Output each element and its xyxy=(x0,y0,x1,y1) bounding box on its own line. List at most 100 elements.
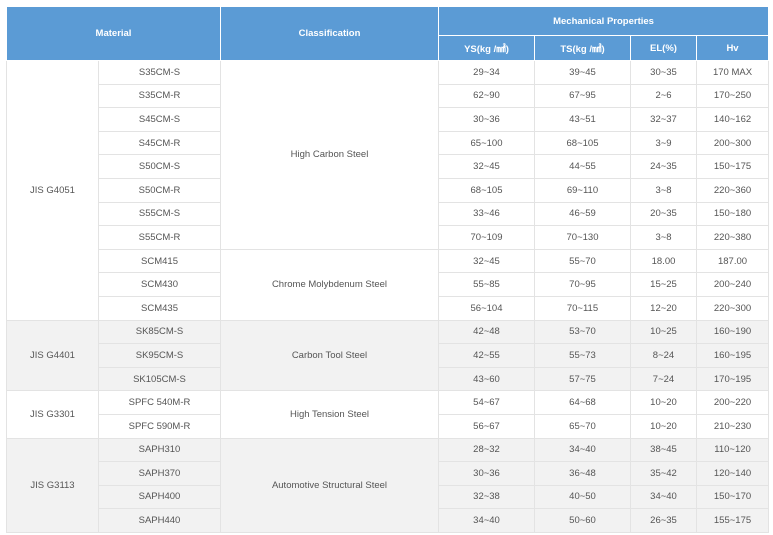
hv-cell: 187.00 xyxy=(695,248,770,274)
hv-cell: 150~175 xyxy=(695,154,770,179)
hv-cell: 150~170 xyxy=(695,484,770,510)
ys-cell: 68~105 xyxy=(438,177,535,203)
el-cell: 7~24 xyxy=(630,366,697,392)
ts-cell: 64~68 xyxy=(534,390,631,415)
header-ys: YS(kg /㎟) xyxy=(438,35,535,61)
ys-cell: 43~60 xyxy=(438,366,535,392)
ys-cell: 32~38 xyxy=(438,484,535,510)
grade-cell: S45CM-S xyxy=(98,107,221,132)
standard-cell: JIS G3301 xyxy=(6,390,99,439)
grade-cell: SAPH400 xyxy=(98,484,221,510)
standard-cell: JIS G3113 xyxy=(6,437,99,533)
ys-cell: 34~40 xyxy=(438,508,535,533)
ts-cell: 34~40 xyxy=(534,437,631,463)
ts-cell: 55~73 xyxy=(534,343,631,368)
ts-cell: 69~110 xyxy=(534,177,631,203)
hv-cell: 220~380 xyxy=(695,225,770,250)
grade-cell: S45CM-R xyxy=(98,130,221,156)
el-cell: 32~37 xyxy=(630,107,697,132)
ts-cell: 68~105 xyxy=(534,130,631,156)
classification-cell: Chrome Molybdenum Steel xyxy=(220,248,439,321)
grade-cell: SCM430 xyxy=(98,272,221,297)
el-cell: 10~20 xyxy=(630,413,697,439)
ts-cell: 55~70 xyxy=(534,248,631,274)
ts-cell: 57~75 xyxy=(534,366,631,392)
classification-cell: Automotive Structural Steel xyxy=(220,437,439,533)
grade-cell: S55CM-S xyxy=(98,201,221,227)
standard-cell: JIS G4401 xyxy=(6,319,99,392)
ts-cell: 70~95 xyxy=(534,272,631,297)
el-cell: 35~42 xyxy=(630,461,697,486)
header-mechanical-properties: Mechanical Properties xyxy=(437,6,770,36)
hv-cell: 110~120 xyxy=(695,437,770,463)
grade-cell: SK95CM-S xyxy=(98,343,221,368)
ys-cell: 62~90 xyxy=(438,83,535,109)
hv-cell: 150~180 xyxy=(695,201,770,227)
ts-cell: 36~48 xyxy=(534,461,631,486)
el-cell: 3~8 xyxy=(630,177,697,203)
ys-cell: 30~36 xyxy=(438,107,535,132)
ys-cell: 56~104 xyxy=(438,295,535,321)
el-cell: 34~40 xyxy=(630,484,697,510)
hv-cell: 200~220 xyxy=(695,390,770,415)
hv-cell: 220~300 xyxy=(695,295,770,321)
ys-cell: 30~36 xyxy=(438,461,535,486)
hv-cell: 200~240 xyxy=(695,272,770,297)
el-cell: 24~35 xyxy=(630,154,697,179)
header-el: EL(%) xyxy=(630,35,697,61)
grade-cell: S35CM-S xyxy=(98,60,221,85)
ts-cell: 46~59 xyxy=(534,201,631,227)
ys-cell: 28~32 xyxy=(438,437,535,463)
el-cell: 26~35 xyxy=(630,508,697,533)
ys-cell: 65~100 xyxy=(438,130,535,156)
ts-cell: 39~45 xyxy=(534,60,631,85)
grade-cell: SK105CM-S xyxy=(98,366,221,392)
hv-cell: 170 MAX xyxy=(695,60,770,85)
header-material: Material xyxy=(6,6,221,61)
grade-cell: SPFC 590M-R xyxy=(98,413,221,439)
ts-cell: 50~60 xyxy=(534,508,631,533)
ts-cell: 70~115 xyxy=(534,295,631,321)
ts-cell: 53~70 xyxy=(534,319,631,345)
hv-cell: 140~162 xyxy=(695,107,770,132)
grade-cell: SCM435 xyxy=(98,295,221,321)
grade-cell: S55CM-R xyxy=(98,225,221,250)
grade-cell: SAPH440 xyxy=(98,508,221,533)
el-cell: 3~9 xyxy=(630,130,697,156)
ys-cell: 33~46 xyxy=(438,201,535,227)
table-row: JIS G4401 SK85CM-S Carbon Tool Steel 42~48 5… xyxy=(6,319,770,392)
ys-cell: 42~55 xyxy=(438,343,535,368)
header-ts: TS(kg /㎟) xyxy=(534,35,631,61)
table-row: SCM415 Chrome Molybdenum Steel 32~45 55~70 1… xyxy=(7,248,770,321)
el-cell: 15~25 xyxy=(630,272,697,297)
table-row: JIS G3113 SAPH310 Automotive Structural St… xyxy=(6,437,770,533)
hv-cell: 120~140 xyxy=(695,461,770,486)
ts-cell: 67~95 xyxy=(534,83,631,109)
el-cell: 8~24 xyxy=(630,343,697,368)
grade-cell: SK85CM-S xyxy=(98,319,221,345)
hv-cell: 220~360 xyxy=(695,177,770,203)
hv-cell: 200~300 xyxy=(695,130,770,156)
el-cell: 18.00 xyxy=(630,248,697,274)
table-row: JIS G4051 S35CM-S High Carbon Steel 29~34 39… xyxy=(6,60,770,321)
grade-cell: S50CM-R xyxy=(98,177,221,203)
ts-cell: 70~130 xyxy=(534,225,631,250)
standard-cell: JIS G4051 xyxy=(6,60,99,321)
hv-cell: 160~195 xyxy=(695,343,770,368)
ts-cell: 65~70 xyxy=(534,413,631,439)
el-cell: 2~6 xyxy=(630,83,697,109)
ys-cell: 29~34 xyxy=(438,60,535,85)
ts-cell: 40~50 xyxy=(534,484,631,510)
classification-cell: High Carbon Steel xyxy=(220,60,439,250)
el-cell: 38~45 xyxy=(630,437,697,463)
grade-cell: S50CM-S xyxy=(98,154,221,179)
ys-cell: 56~67 xyxy=(438,413,535,439)
el-cell: 12~20 xyxy=(630,295,697,321)
hv-cell: 160~190 xyxy=(695,319,770,345)
table-header: Material Classification Mechanical Prope… xyxy=(6,6,770,61)
grade-cell: SPFC 540M-R xyxy=(98,390,221,415)
grade-cell: S35CM-R xyxy=(98,83,221,109)
header-hv: Hv xyxy=(695,35,770,61)
hv-cell: 170~250 xyxy=(695,83,770,109)
table-row: JIS G3301 SPFC 540M-R High Tension Steel 54… xyxy=(6,390,770,439)
